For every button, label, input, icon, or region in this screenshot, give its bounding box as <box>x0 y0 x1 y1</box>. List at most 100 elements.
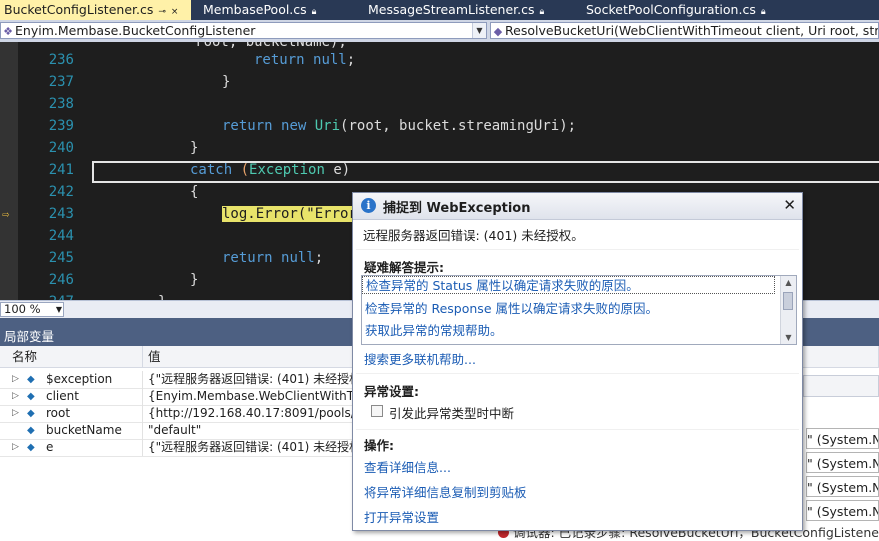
variable-icon: ◆ <box>27 425 35 436</box>
chevron-down-icon[interactable]: ▼ <box>56 303 62 316</box>
variable-name: $exception <box>46 372 113 386</box>
locals-row[interactable]: ▷ ◆ $exception {"远程服务器返回错误: (401) 未经授权。 <box>0 371 373 389</box>
code-line-236: 236 return null; <box>0 49 879 71</box>
class-icon: ❖ <box>3 25 13 38</box>
expand-icon[interactable]: ▷ <box>12 388 19 405</box>
tips-header: 疑难解答提示: <box>364 260 444 275</box>
variable-value: {"远程服务器返回错误: (401) 未经授权。 <box>148 372 374 386</box>
class-dropdown[interactable]: ❖ Enyim.Membase.BucketConfigListener ▼ <box>0 22 487 39</box>
scroll-down-icon[interactable]: ▼ <box>781 331 796 344</box>
tab-label: MessageStreamListener.cs <box>368 2 535 17</box>
variable-icon: ◆ <box>27 391 35 402</box>
tip-link[interactable]: 检查异常的 Status 属性以确定请求失败的原因。 <box>362 276 775 294</box>
scroll-thumb[interactable] <box>783 292 793 310</box>
code-text: } <box>222 74 231 90</box>
variable-name: root <box>46 406 71 420</box>
exception-settings-header: 异常设置: <box>364 384 419 399</box>
view-detail-link[interactable]: 查看详细信息... <box>364 457 451 476</box>
locals-row[interactable]: ▷ ◆ client {Enyim.Membase.WebClientWithTime… <box>0 388 403 406</box>
current-statement-arrow-icon: ⇨ <box>2 207 10 221</box>
break-on-exception-checkbox[interactable] <box>371 405 383 417</box>
locals-row[interactable]: ▷ ◆ root {http://192.168.40.17:8091/pools/d… <box>0 405 405 423</box>
search-online-help-link[interactable]: 搜索更多联机帮助... <box>364 349 476 368</box>
tab-label: BucketConfigListener.cs <box>4 2 154 17</box>
document-tab-bar: BucketConfigListener.cs ⊸ × MembasePool.cs… <box>0 0 879 20</box>
divider <box>356 249 799 250</box>
tab-label: MembasePool.cs <box>203 2 307 17</box>
close-button[interactable]: ✕ <box>783 196 796 214</box>
close-icon[interactable]: × <box>171 7 179 17</box>
output-row: " (System.Ne <box>806 476 879 497</box>
line-number: 245 <box>48 250 74 266</box>
navigation-bar: ❖ Enyim.Membase.BucketConfigListener ▼ ◆ R… <box>0 20 879 43</box>
tab-membasepool[interactable]: MembasePool.cs 🔒︎ <box>199 0 364 20</box>
expand-icon[interactable]: ▷ <box>12 439 19 456</box>
line-number: 243 <box>48 206 74 222</box>
line-number: 242 <box>48 184 74 200</box>
zoom-dropdown[interactable]: 100 % ▼ <box>0 302 64 317</box>
divider <box>356 373 799 374</box>
output-row: " (System.Ne <box>806 500 879 521</box>
code-text: log.Error("Error <box>222 203 357 225</box>
divider <box>356 429 799 430</box>
tab-bucketconfiglistener[interactable]: BucketConfigListener.cs ⊸ × <box>0 0 191 20</box>
variable-name: client <box>46 389 79 403</box>
variable-icon: ◆ <box>27 374 35 385</box>
popup-header: i 捕捉到 WebException ✕ <box>353 193 802 220</box>
code-text: } <box>190 272 199 288</box>
current-statement-highlight: log.Error("Error <box>222 206 357 222</box>
variable-icon: ◆ <box>27 442 35 453</box>
line-number: 240 <box>48 140 74 156</box>
member-dropdown-value: ResolveBucketUri(WebClientWithTimeout cl… <box>505 23 879 38</box>
code-line-238: 238 <box>0 93 879 115</box>
tab-messagestreamlistener[interactable]: MessageStreamListener.cs 🔒︎ <box>364 0 564 20</box>
exception-message: 远程服务器返回错误: (401) 未经授权。 <box>363 228 584 243</box>
code-text: catch (Exception e) <box>190 162 351 178</box>
expand-icon[interactable]: ▷ <box>12 371 19 388</box>
expand-icon[interactable]: ▷ <box>12 405 19 422</box>
chevron-down-icon[interactable]: ▼ <box>472 23 486 38</box>
open-exception-settings-link[interactable]: 打开异常设置 <box>364 507 439 526</box>
close-icon[interactable]: ✕ <box>783 196 796 214</box>
code-line-241: 241 catch (Exception e) <box>0 159 879 181</box>
locals-row[interactable]: ◆ bucketName "default" <box>0 422 355 440</box>
zoom-value: 100 % <box>4 302 41 316</box>
method-icon: ◆ <box>493 25 503 38</box>
line-number: 246 <box>48 272 74 288</box>
locals-row[interactable]: ▷ ◆ e {"远程服务器返回错误: (401) 未经授权。 <box>0 439 373 457</box>
code-text: return null; <box>254 52 356 68</box>
tab-socketpoolconfiguration[interactable]: SocketPoolConfiguration.cs 🔒︎ <box>582 0 812 20</box>
tips-scrollbar[interactable]: ▲ ▼ <box>780 276 796 344</box>
variable-value: {"远程服务器返回错误: (401) 未经授权。 <box>148 440 374 454</box>
scroll-up-icon[interactable]: ▲ <box>781 276 796 289</box>
break-on-exception-label[interactable]: 引发此异常类型时中断 <box>389 403 514 422</box>
class-dropdown-value: Enyim.Membase.BucketConfigListener <box>15 23 256 38</box>
code-text: } <box>190 140 199 156</box>
lock-icon: 🔒︎ <box>311 7 317 17</box>
code-line-239: 239 return new Uri(root, bucket.streaming… <box>0 115 879 137</box>
column-header-name[interactable]: 名称 <box>0 346 143 368</box>
popup-title: 捕捉到 WebException <box>383 201 531 216</box>
member-dropdown[interactable]: ◆ ResolveBucketUri(WebClientWithTimeout c… <box>490 22 879 39</box>
variable-name: e <box>46 440 54 454</box>
troubleshooting-tips-list[interactable]: 检查异常的 Status 属性以确定请求失败的原因。 检查异常的 Respons… <box>361 275 797 345</box>
code-text: { <box>190 184 199 200</box>
line-number: 247 <box>26 291 74 300</box>
lock-icon: 🔒︎ <box>760 7 766 17</box>
tip-link[interactable]: 获取此异常的常规帮助。 <box>365 320 503 339</box>
line-number: 237 <box>48 74 74 90</box>
copy-exception-detail-link[interactable]: 将异常详细信息复制到剪贴板 <box>364 482 527 501</box>
code-text: return new Uri(root, bucket.streamingUri… <box>222 118 577 134</box>
pin-icon[interactable]: ⊸ <box>158 7 166 17</box>
tip-link[interactable]: 检查异常的 Response 属性以确定请求失败的原因。 <box>365 298 658 317</box>
line-number: 241 <box>48 162 74 178</box>
code-text: return null; <box>222 250 324 266</box>
code-line-240: 240} <box>0 137 879 159</box>
right-panel-header <box>803 375 879 397</box>
variable-name: bucketName <box>46 423 122 437</box>
output-row: " (System.Ne <box>806 452 879 473</box>
code-line-237: 237} <box>0 71 879 93</box>
actions-header: 操作: <box>364 438 394 453</box>
line-number: 238 <box>48 96 74 112</box>
output-row: " (System.Ne <box>806 428 879 449</box>
